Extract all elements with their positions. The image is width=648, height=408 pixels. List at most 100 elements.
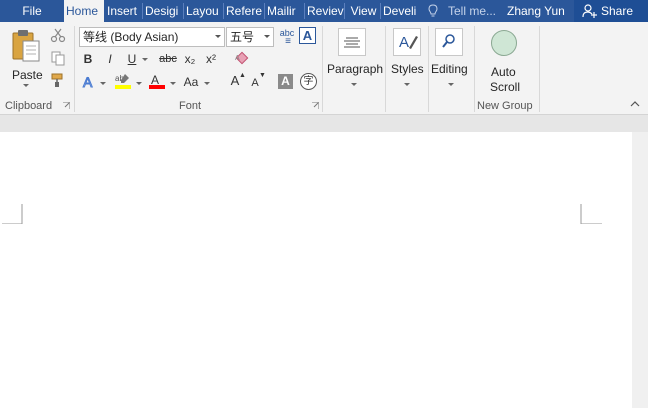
tab-file[interactable]: File — [0, 0, 62, 22]
tab-insert[interactable]: Insert — [105, 0, 142, 22]
tab-references-label: Refere — [226, 4, 263, 18]
grow-arrow-icon: ▲ — [239, 72, 246, 79]
tab-references[interactable]: Refere — [224, 0, 264, 22]
chevron-down-icon — [351, 83, 357, 86]
clipboard-paste-icon — [12, 30, 40, 62]
text-effects-icon[interactable]: A — [82, 74, 98, 90]
styles-icon: A — [393, 28, 421, 56]
shrink-arrow-icon: ▼ — [259, 72, 266, 79]
chevron-down-icon — [264, 35, 270, 38]
tab-view[interactable]: View — [345, 0, 380, 22]
tab-layout-label: Layou — [186, 4, 219, 18]
font-name-combobox[interactable]: 等线 (Body Asian) — [79, 27, 225, 47]
superscript-button[interactable]: x² — [204, 52, 218, 66]
editing-button[interactable]: Editing — [430, 26, 472, 92]
svg-text:A: A — [235, 55, 240, 62]
tab-review-label: Reviev — [307, 4, 344, 18]
font-color-icon[interactable]: A — [148, 72, 166, 90]
ribbon: Paste Clipboard 等线 (Body Asian) 五号 abc ≡… — [0, 22, 648, 115]
change-case-button[interactable]: Aa — [181, 75, 201, 89]
chevron-down-icon[interactable] — [100, 82, 106, 85]
clear-formatting-eraser-icon[interactable]: A — [234, 51, 250, 67]
pinyin-guide-button[interactable]: abc ≡ — [278, 26, 296, 47]
group-separator — [74, 26, 75, 112]
ribbon-tab-bar: File Home Insert Desigi Layou Refere Mai… — [0, 0, 648, 22]
font-size-value: 五号 — [230, 30, 255, 44]
auto-scroll-button[interactable]: Auto Scroll — [484, 28, 526, 94]
share-label: Share — [601, 4, 634, 18]
dialog-launcher-icon[interactable] — [63, 102, 70, 109]
auto-scroll-label-line2: Scroll — [490, 80, 521, 94]
character-border-button[interactable]: A — [299, 27, 316, 44]
enclose-characters-button[interactable]: 字 — [300, 73, 317, 90]
highlighter-icon[interactable]: ab — [114, 72, 132, 90]
chevron-down-icon — [215, 35, 221, 38]
tab-design[interactable]: Desigi — [143, 0, 183, 22]
search-icon — [435, 28, 463, 56]
tab-layout[interactable]: Layou — [184, 0, 223, 22]
group-separator — [385, 26, 386, 112]
vertical-scrollbar[interactable] — [632, 132, 648, 408]
italic-button[interactable]: I — [104, 52, 116, 66]
tab-mailings-label: Mailir — [267, 4, 296, 18]
paragraph-label: Paragraph — [327, 62, 384, 76]
collapse-ribbon-icon[interactable] — [630, 100, 640, 108]
ruler-strip — [0, 115, 632, 132]
copy-icon[interactable] — [50, 50, 66, 66]
chevron-down-icon[interactable] — [142, 58, 148, 61]
group-separator — [474, 26, 475, 112]
group-separator — [539, 26, 540, 112]
tab-home-label: Home — [66, 4, 99, 18]
chevron-down-icon — [23, 84, 29, 87]
lightbulb-icon — [428, 4, 438, 17]
styles-button[interactable]: A Styles — [388, 26, 426, 92]
cut-scissors-icon[interactable] — [50, 27, 66, 43]
margin-corner-left — [2, 204, 23, 224]
auto-scroll-label-line1: Auto — [491, 65, 516, 79]
chevron-down-icon — [404, 83, 410, 86]
character-shading-button[interactable]: A — [278, 74, 293, 89]
paragraph-icon — [338, 28, 366, 56]
chevron-down-icon[interactable] — [170, 82, 176, 85]
chevron-down-icon[interactable] — [136, 82, 142, 85]
paragraph-button[interactable]: Paragraph — [325, 26, 383, 92]
share-button[interactable]: Share — [574, 0, 648, 22]
svg-text:A: A — [83, 74, 93, 90]
tab-developer[interactable]: Develi — [381, 0, 420, 22]
document-page[interactable] — [0, 132, 632, 408]
font-name-value: 等线 (Body Asian) — [83, 30, 179, 44]
svg-text:A: A — [399, 34, 409, 51]
tab-insert-label: Insert — [107, 4, 138, 18]
tab-design-label: Desigi — [145, 4, 179, 18]
subscript-button[interactable]: x₂ — [183, 52, 197, 66]
enclose-characters-icon: 字 — [303, 76, 314, 87]
character-shading-icon: A — [281, 74, 290, 88]
font-size-combobox[interactable]: 五号 — [226, 27, 274, 47]
share-person-icon — [582, 4, 597, 18]
tab-mailings[interactable]: Mailir — [265, 0, 304, 22]
tab-file-label: File — [22, 4, 42, 18]
chevron-down-icon — [448, 83, 454, 86]
tab-view-label: View — [350, 4, 377, 18]
tab-review[interactable]: Reviev — [305, 0, 344, 22]
auto-scroll-circle-icon — [491, 30, 517, 56]
margin-corner-right — [580, 204, 602, 224]
underline-button[interactable]: U — [126, 52, 138, 66]
font-group-label: Font — [179, 100, 202, 112]
user-account[interactable]: Zhang Yun — [507, 0, 565, 22]
paste-button[interactable]: Paste — [6, 26, 46, 88]
dialog-launcher-icon[interactable] — [312, 102, 319, 109]
chevron-down-icon[interactable] — [204, 82, 210, 85]
clipboard-group-label: Clipboard — [5, 100, 53, 112]
bold-button[interactable]: B — [82, 52, 94, 66]
tell-me-text: Tell me... — [448, 4, 497, 18]
strikethrough-button[interactable]: abc — [158, 52, 178, 66]
editing-label: Editing — [431, 62, 468, 76]
tab-home[interactable]: Home — [64, 0, 104, 22]
paste-label: Paste — [12, 68, 43, 82]
new-group-label: New Group — [477, 100, 533, 112]
format-painter-icon[interactable] — [50, 72, 66, 88]
user-name: Zhang Yun — [507, 4, 565, 18]
character-border-icon: A — [302, 28, 313, 43]
tab-developer-label: Develi — [383, 4, 417, 18]
